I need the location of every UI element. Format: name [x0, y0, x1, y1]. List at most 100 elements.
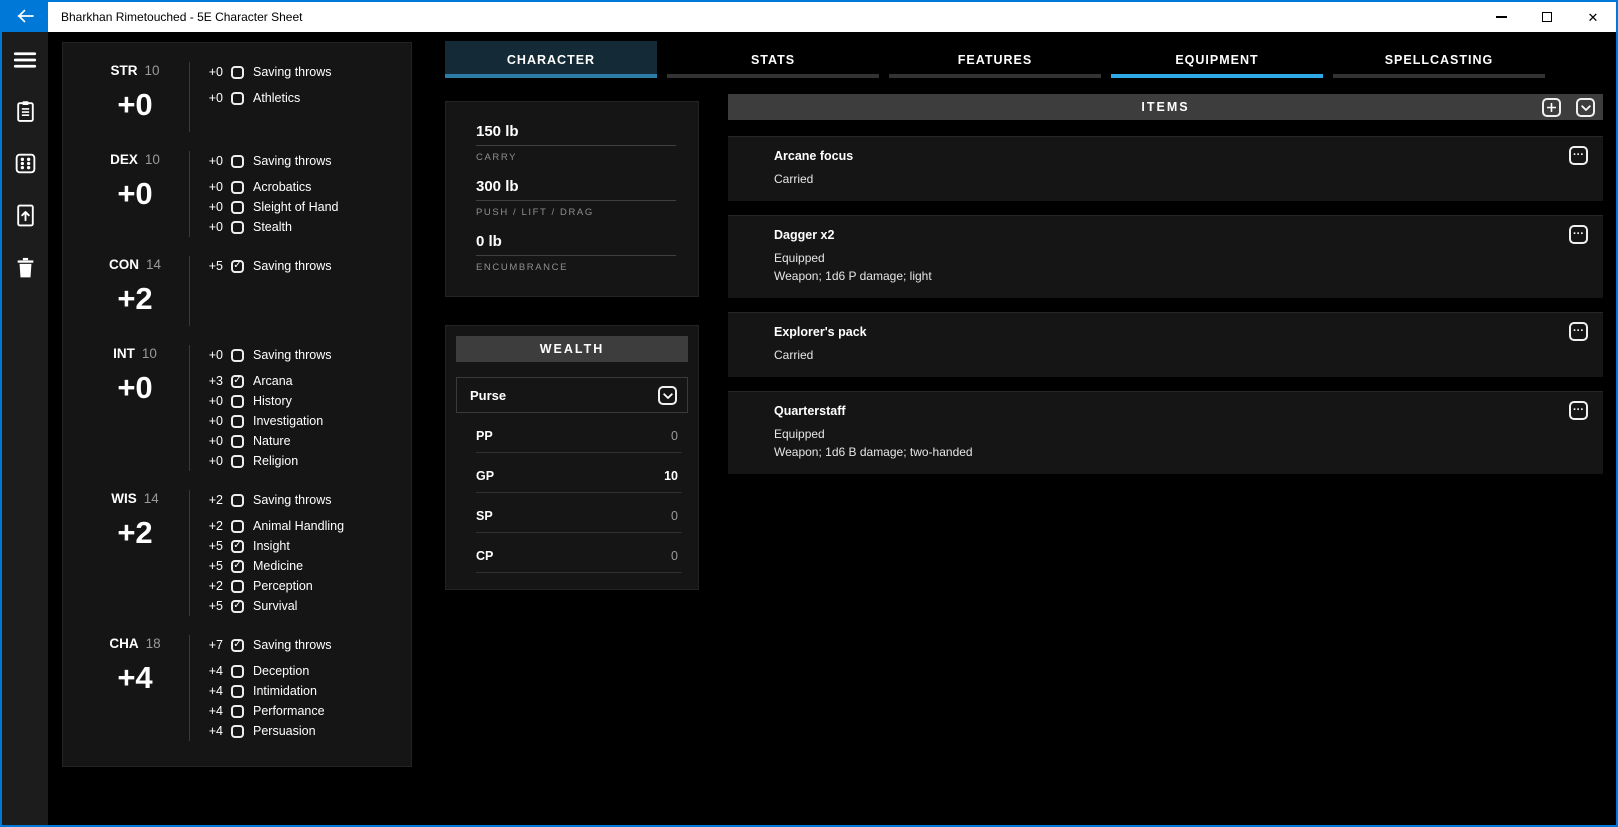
proficiency-checkbox[interactable] — [231, 704, 244, 718]
sidebar-button-clipboard[interactable] — [6, 94, 44, 132]
item-card[interactable]: Arcane focus Carried ··· — [728, 136, 1603, 201]
item-options-button[interactable]: ··· — [1569, 225, 1588, 244]
sidebar-button-dice[interactable] — [6, 146, 44, 184]
left-column: 150 lb CARRY 300 lb PUSH / LIFT / DRAG 0 lb E… — [445, 78, 699, 590]
proficiency-checkbox[interactable] — [231, 154, 244, 168]
skill-label: Performance — [253, 704, 325, 718]
ability-score: 18 — [145, 636, 161, 651]
proficiency-checkbox[interactable] — [231, 638, 244, 652]
proficiency-checkbox[interactable] — [231, 599, 244, 613]
skill-row: +3 Arcana — [201, 371, 411, 391]
items-header: ITEMS — [728, 94, 1603, 120]
proficiency-checkbox[interactable] — [231, 724, 244, 738]
purse-label: Purse — [470, 387, 507, 403]
tab-label: CHARACTER — [506, 52, 596, 67]
tab-character[interactable]: CHARACTER — [445, 41, 657, 78]
skill-label: Saving throws — [253, 348, 332, 362]
coin-value[interactable]: 0 — [671, 549, 678, 563]
coin-value[interactable]: 0 — [671, 509, 678, 523]
proficiency-checkbox[interactable] — [231, 493, 244, 507]
proficiency-checkbox[interactable] — [231, 374, 244, 388]
skill-label: Investigation — [253, 414, 324, 428]
ability-skills: +0 Saving throws +0 Athletics — [190, 62, 411, 132]
item-card[interactable]: Quarterstaff Equipped Weapon; 1d6 B damage… — [728, 391, 1603, 474]
ability-block-wis: WIS 14 +2 +2 Saving throws +2 Animal Handling +… — [81, 490, 411, 616]
purse-expand-button[interactable] — [658, 385, 677, 405]
ability-name: INT — [113, 346, 135, 361]
skill-label: Saving throws — [253, 154, 332, 168]
proficiency-checkbox[interactable] — [231, 454, 244, 468]
purse-row[interactable]: Purse — [456, 377, 688, 413]
saving-throw-row: +5 Saving throws — [201, 256, 411, 276]
close-button[interactable]: ✕ — [1570, 2, 1616, 32]
encumbrance-label: PUSH / LIFT / DRAG — [476, 207, 594, 218]
skill-row: +5 Survival — [201, 596, 411, 616]
skill-modifier: +0 — [208, 154, 223, 168]
proficiency-checkbox[interactable] — [231, 559, 244, 573]
proficiency-checkbox[interactable] — [231, 180, 244, 194]
skill-modifier: +0 — [208, 200, 223, 214]
item-status: Equipped — [774, 251, 825, 265]
item-card[interactable]: Dagger x2 Equipped Weapon; 1d6 P damage; l… — [728, 215, 1603, 298]
coin-label: GP — [476, 469, 495, 483]
minimize-button[interactable] — [1478, 2, 1524, 32]
proficiency-checkbox[interactable] — [231, 394, 244, 408]
coin-row-sp: SP 0 — [476, 499, 682, 533]
ability-score: 10 — [144, 152, 160, 167]
skill-modifier: +3 — [208, 374, 223, 388]
menu-icon — [12, 47, 38, 76]
proficiency-checkbox[interactable] — [231, 539, 244, 553]
back-button[interactable] — [2, 2, 48, 32]
skill-row: +0 Acrobatics — [201, 177, 411, 197]
item-name: Arcane focus — [774, 149, 854, 163]
sidebar-button-trash[interactable] — [6, 250, 44, 288]
proficiency-checkbox[interactable] — [231, 684, 244, 698]
skill-modifier: +4 — [208, 664, 223, 678]
sidebar-button-menu[interactable] — [6, 42, 44, 80]
ability-block-int: INT10+0+0Saving throws+3Arcana+0History+… — [81, 345, 411, 471]
ability-name-row: DEX 10 — [110, 152, 160, 167]
ability-header: STR 10 +0 — [81, 62, 189, 132]
proficiency-checkbox[interactable] — [231, 434, 244, 448]
item-status: Carried — [774, 172, 814, 186]
saving-throw-row: +7 Saving throws — [201, 635, 411, 655]
proficiency-checkbox[interactable] — [231, 91, 244, 105]
skill-row: +4 Persuasion — [201, 721, 411, 741]
proficiency-checkbox[interactable] — [231, 414, 244, 428]
encumbrance-value: 300 lb — [476, 178, 676, 201]
tab-stats[interactable]: STATS — [667, 41, 879, 78]
coin-value[interactable]: 10 — [664, 469, 678, 483]
equipment-content: 150 lb CARRY 300 lb PUSH / LIFT / DRAG 0 lb E… — [445, 78, 1603, 590]
proficiency-checkbox[interactable] — [231, 664, 244, 678]
proficiency-checkbox[interactable] — [231, 200, 244, 214]
item-options-button[interactable]: ··· — [1569, 322, 1588, 341]
tab-features[interactable]: FEATURES — [889, 41, 1101, 78]
proficiency-checkbox[interactable] — [231, 519, 244, 533]
proficiency-checkbox[interactable] — [231, 579, 244, 593]
proficiency-checkbox[interactable] — [231, 65, 244, 79]
proficiency-checkbox[interactable] — [231, 220, 244, 234]
proficiency-checkbox[interactable] — [231, 259, 244, 273]
ability-modifier: +0 — [117, 370, 153, 405]
tab-spellcasting[interactable]: SPELLCASTING — [1333, 41, 1545, 78]
ability-name: STR — [110, 63, 138, 78]
maximize-button[interactable] — [1524, 2, 1570, 32]
item-options-button[interactable]: ··· — [1569, 146, 1588, 165]
skill-row: +2 Perception — [201, 576, 411, 596]
ability-name: CHA — [109, 636, 139, 651]
plus-icon — [1546, 100, 1557, 115]
coin-value[interactable]: 0 — [671, 429, 678, 443]
skill-modifier: +0 — [208, 91, 223, 105]
sidebar-button-file-export[interactable] — [6, 198, 44, 236]
tab-equipment[interactable]: EQUIPMENT — [1111, 41, 1323, 78]
skill-row: +0 Religion — [201, 451, 411, 471]
add-item-button[interactable] — [1542, 98, 1561, 117]
item-card[interactable]: Explorer's pack Carried ··· — [728, 312, 1603, 377]
collapse-items-button[interactable] — [1576, 98, 1595, 117]
item-options-button[interactable]: ··· — [1569, 401, 1588, 420]
encumbrance-entry: 150 lb CARRY — [476, 123, 676, 163]
skill-row: +5 Insight — [201, 536, 411, 556]
app-body: STR 10 +0 +0 Saving throws +0 Athletics DEX 10 +0… — [2, 32, 1616, 825]
caption-buttons: ✕ — [1478, 2, 1616, 32]
proficiency-checkbox[interactable] — [231, 348, 244, 362]
